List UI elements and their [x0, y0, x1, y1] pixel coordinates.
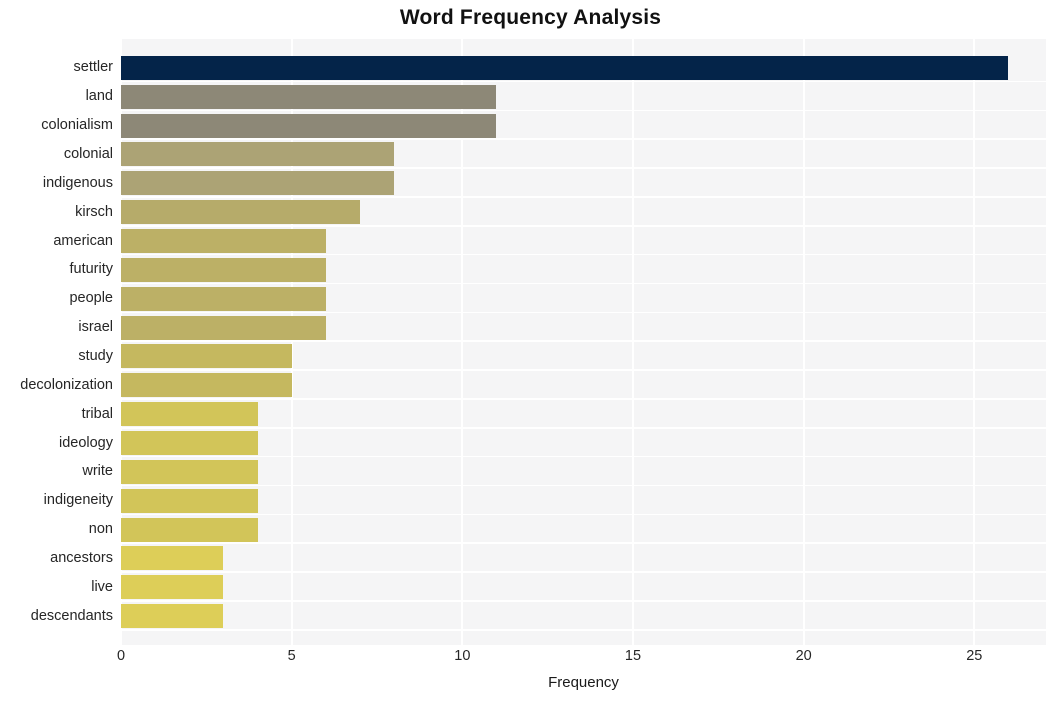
bar-kirsch[interactable]	[121, 200, 360, 225]
bar-futurity[interactable]	[121, 257, 326, 282]
bar-row[interactable]	[121, 255, 1046, 284]
bar-row[interactable]	[121, 573, 1046, 602]
bar-row[interactable]	[121, 227, 1046, 256]
bar-indigeneity[interactable]	[121, 488, 258, 513]
bar-row[interactable]	[121, 486, 1046, 515]
x-axis-tick-labels: 0 5 10 15 20 25	[117, 648, 1046, 670]
bar-indigenous[interactable]	[121, 171, 395, 196]
bar-descendants[interactable]	[121, 604, 224, 629]
y-tick-label-write: write	[82, 463, 113, 480]
bar-write[interactable]	[121, 459, 258, 484]
word-frequency-chart: Word Frequency Analysis settler land colon…	[0, 0, 1061, 701]
chart-title: Word Frequency Analysis	[399, 6, 662, 29]
x-tick-label-0: 0	[116, 648, 126, 664]
bar-row[interactable]	[121, 140, 1046, 169]
x-tick-label-20: 20	[795, 648, 812, 664]
y-tick-label-tribal: tribal	[81, 405, 113, 422]
bar-colonial[interactable]	[121, 142, 395, 167]
bar-israel[interactable]	[121, 315, 326, 340]
bar-row[interactable]	[121, 313, 1046, 342]
y-tick-label-futurity: futurity	[69, 261, 113, 278]
bar-row[interactable]	[121, 198, 1046, 227]
bar-row[interactable]	[121, 544, 1046, 573]
bar-row[interactable]	[121, 342, 1046, 371]
bar-people[interactable]	[121, 286, 326, 311]
x-tick-label-25: 25	[966, 648, 983, 664]
bars-layer	[121, 39, 1046, 645]
bar-land[interactable]	[121, 84, 497, 109]
bar-row[interactable]	[121, 284, 1046, 313]
y-tick-label-settler: settler	[73, 59, 114, 76]
y-tick-label-ancestors: ancestors	[50, 550, 113, 566]
y-tick-label-land: land	[85, 88, 113, 105]
bar-row[interactable]	[121, 169, 1046, 198]
y-axis-category-labels: settler land colonialism colonial indigenous…	[0, 39, 113, 645]
x-tick-label-10: 10	[454, 648, 471, 664]
bar-row[interactable]	[121, 82, 1046, 111]
plot-area	[120, 39, 1046, 645]
bar-live[interactable]	[121, 575, 224, 600]
bar-tribal[interactable]	[121, 402, 258, 427]
x-axis-title: Frequency	[548, 674, 619, 691]
y-tick-label-ideology: ideology	[58, 434, 113, 451]
y-tick-label-non: non	[88, 521, 113, 538]
bar-row[interactable]	[121, 371, 1046, 400]
y-tick-label-colonialism: colonialism	[41, 117, 113, 134]
bar-non[interactable]	[121, 517, 258, 542]
x-tick-label-5: 5	[287, 648, 296, 664]
bar-settler[interactable]	[121, 55, 1009, 80]
bar-row[interactable]	[121, 53, 1046, 82]
bar-row[interactable]	[121, 515, 1046, 544]
y-tick-label-israel: israel	[78, 319, 113, 336]
row-separator	[121, 628, 1046, 631]
bar-row[interactable]	[121, 457, 1046, 486]
bar-study[interactable]	[121, 344, 292, 369]
y-tick-label-decolonization: decolonization	[20, 376, 113, 393]
bar-colonialism[interactable]	[121, 113, 497, 138]
bar-decolonization[interactable]	[121, 373, 292, 398]
y-tick-label-indigeneity: indigeneity	[43, 492, 113, 509]
bar-row[interactable]	[121, 602, 1046, 631]
bar-ancestors[interactable]	[121, 546, 224, 571]
bar-row[interactable]	[121, 429, 1046, 458]
bar-row[interactable]	[121, 111, 1046, 140]
y-tick-label-study: study	[78, 348, 113, 364]
bar-row[interactable]	[121, 400, 1046, 429]
bar-ideology[interactable]	[121, 431, 258, 455]
y-tick-label-kirsch: kirsch	[75, 203, 113, 220]
y-tick-label-descendants: descendants	[30, 607, 113, 624]
y-tick-label-american: american	[53, 232, 113, 249]
y-tick-label-live: live	[91, 578, 113, 595]
x-tick-label-15: 15	[624, 648, 642, 664]
bar-american[interactable]	[121, 229, 326, 253]
y-tick-label-people: people	[69, 290, 113, 307]
y-tick-label-indigenous: indigenous	[42, 174, 113, 191]
y-tick-label-colonial: colonial	[63, 146, 113, 162]
